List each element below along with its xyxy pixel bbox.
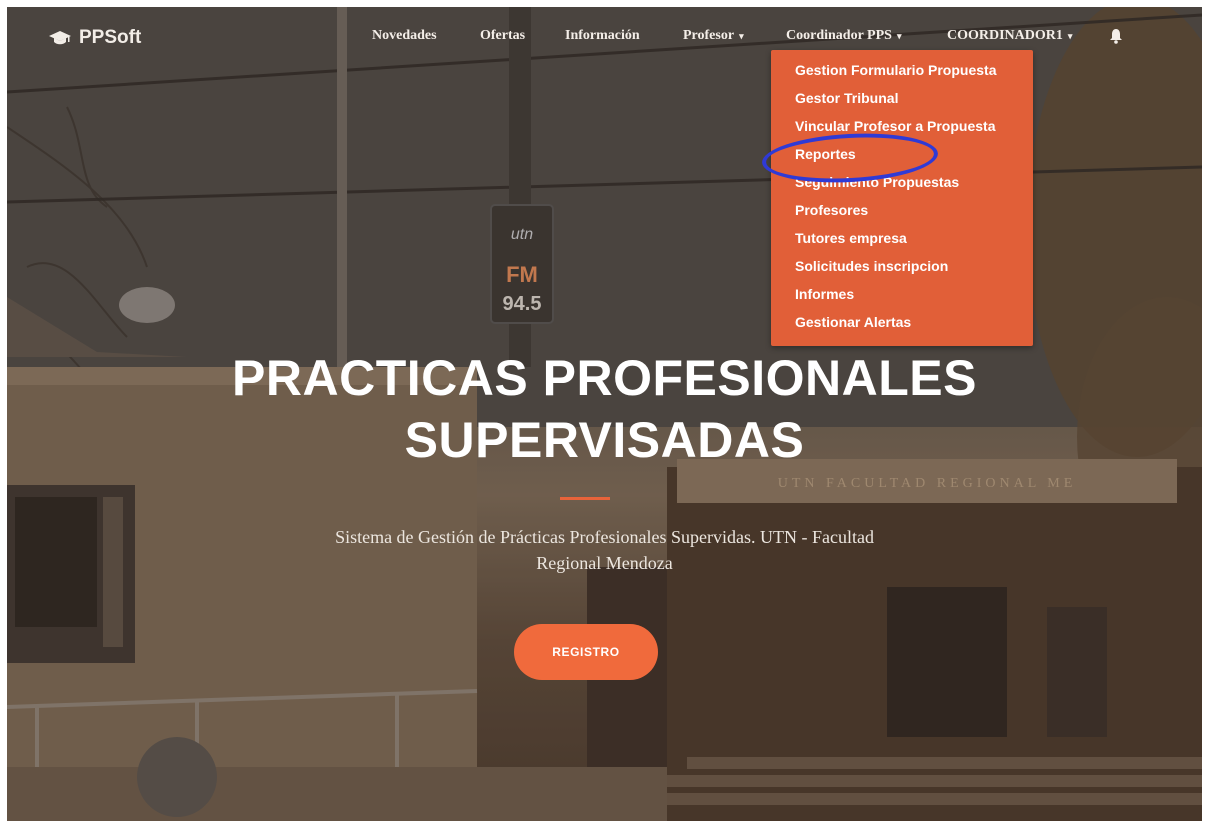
menu-item-gestor-tribunal[interactable]: Gestor Tribunal xyxy=(795,90,898,106)
nav-user-dropdown[interactable]: COORDINADOR1 ▾ xyxy=(947,28,1072,44)
hero-section: utn FM 94.5 UTN FACULTAD REGIONAL ME PPS… xyxy=(7,7,1202,821)
menu-item-tutores-empresa[interactable]: Tutores empresa xyxy=(795,230,907,246)
hero-title-line2: SUPERVISADAS xyxy=(404,412,805,468)
chevron-down-icon: ▾ xyxy=(896,30,902,41)
menu-item-reportes[interactable]: Reportes xyxy=(795,146,856,162)
menu-item-gestion-formulario-propuesta[interactable]: Gestion Formulario Propuesta xyxy=(795,62,996,78)
nav-ofertas[interactable]: Ofertas xyxy=(480,28,525,44)
chevron-down-icon: ▾ xyxy=(1067,30,1073,41)
nav-user-label: COORDINADOR1 xyxy=(947,28,1063,43)
nav-informacion[interactable]: Información xyxy=(565,28,640,44)
top-navbar: Novedades Ofertas Información Profesor ▾… xyxy=(7,28,1202,48)
nav-profesor-dropdown[interactable]: Profesor ▾ xyxy=(683,28,744,44)
registro-button[interactable]: REGISTRO xyxy=(514,624,658,680)
nav-novedades-label: Novedades xyxy=(372,28,437,43)
menu-item-gestionar-alertas[interactable]: Gestionar Alertas xyxy=(795,314,911,330)
hero-title-line1: PRACTICAS PROFESIONALES xyxy=(232,350,977,406)
menu-item-solicitudes-inscripcion[interactable]: Solicitudes inscripcion xyxy=(795,258,948,274)
bell-icon xyxy=(1110,29,1122,44)
nav-informacion-label: Información xyxy=(565,28,640,43)
menu-item-seguimiento-propuestas[interactable]: Seguimiento Propuestas xyxy=(795,174,959,190)
menu-item-profesores[interactable]: Profesores xyxy=(795,202,868,218)
nav-novedades[interactable]: Novedades xyxy=(372,28,437,44)
menu-item-vincular-profesor[interactable]: Vincular Profesor a Propuesta xyxy=(795,118,995,134)
notifications-button[interactable] xyxy=(1109,28,1123,44)
hero-subtitle-line2: Regional Mendoza xyxy=(536,553,673,573)
chevron-down-icon: ▾ xyxy=(739,30,744,41)
menu-item-informes[interactable]: Informes xyxy=(795,286,854,302)
coordinador-pps-menu: Gestion Formulario Propuesta Gestor Trib… xyxy=(771,50,1033,346)
title-divider xyxy=(560,497,610,500)
nav-coordinador-pps-dropdown[interactable]: Coordinador PPS ▾ xyxy=(786,28,901,44)
nav-coordinador-pps-label: Coordinador PPS xyxy=(786,28,892,43)
nav-profesor-label: Profesor xyxy=(683,28,735,43)
hero-subtitle-line1: Sistema de Gestión de Prácticas Profesio… xyxy=(335,527,874,547)
nav-ofertas-label: Ofertas xyxy=(480,28,526,43)
